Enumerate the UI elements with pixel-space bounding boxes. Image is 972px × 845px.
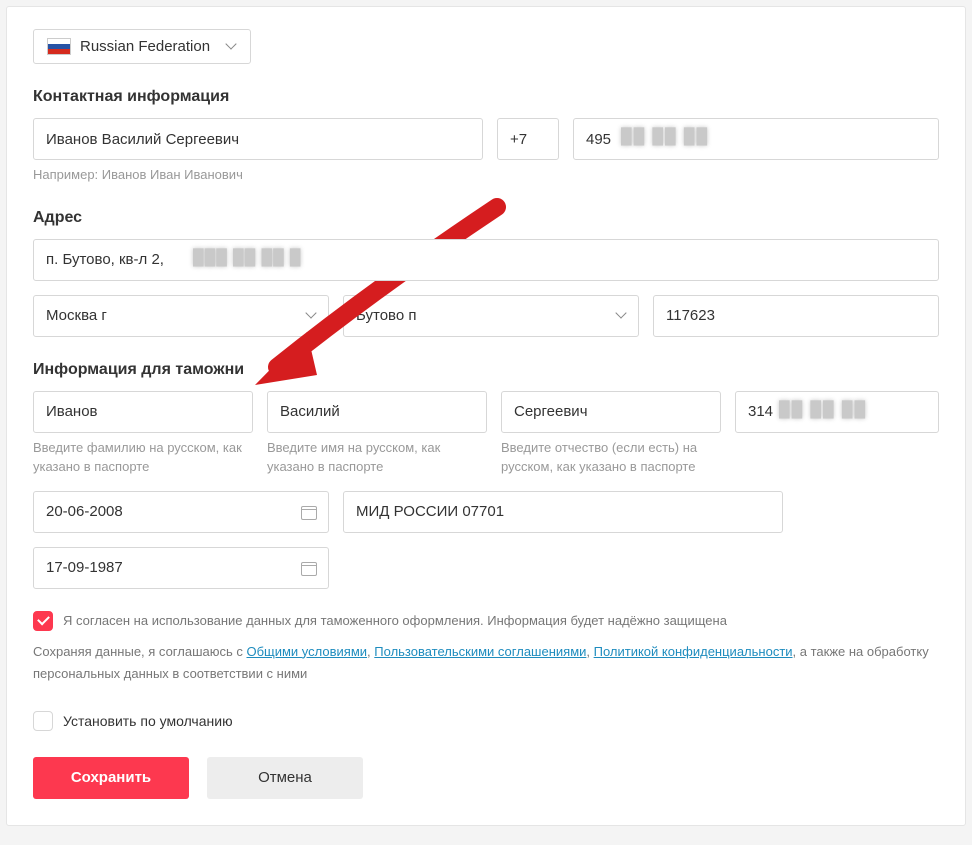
set-default-label: Установить по умолчанию xyxy=(63,713,233,729)
firstname-input[interactable] xyxy=(267,391,487,433)
link-user-agreement[interactable]: Пользовательскими соглашениями xyxy=(374,644,586,659)
street-redacted: ███ ██ ██ █ xyxy=(193,249,302,266)
birth-date-input[interactable] xyxy=(33,547,329,589)
country-label: Russian Federation xyxy=(80,38,210,55)
consent-text: Я согласен на использование данных для т… xyxy=(63,613,727,628)
fullname-hint: Например: Иванов Иван Иванович xyxy=(33,166,939,185)
cancel-button[interactable]: Отмена xyxy=(207,757,363,799)
city-value: Москва г xyxy=(46,307,107,324)
middlename-input[interactable] xyxy=(501,391,721,433)
issue-date-input[interactable] xyxy=(33,491,329,533)
district-select[interactable]: Бутово п xyxy=(343,295,639,337)
legal-text: Сохраняя данные, я соглашаюсь с Общими у… xyxy=(33,641,939,685)
lastname-hint: Введите фамилию на русском, как указано … xyxy=(33,439,253,477)
section-address-title: Адрес xyxy=(33,209,939,227)
lastname-input[interactable] xyxy=(33,391,253,433)
save-button[interactable]: Сохранить xyxy=(33,757,189,799)
form-card: Russian Federation Контактная информация… xyxy=(6,6,966,826)
country-select[interactable]: Russian Federation xyxy=(33,29,251,64)
firstname-hint: Введите имя на русском, как указано в па… xyxy=(267,439,487,477)
chevron-down-icon xyxy=(616,311,626,321)
set-default-checkbox[interactable] xyxy=(33,711,53,731)
city-select[interactable]: Москва г xyxy=(33,295,329,337)
consent-checkbox[interactable] xyxy=(33,611,53,631)
link-privacy[interactable]: Политикой конфиденциальности xyxy=(594,644,793,659)
section-contact-title: Контактная информация xyxy=(33,88,939,106)
issuer-input[interactable] xyxy=(343,491,783,533)
middlename-hint: Введите отчество (если есть) на русском,… xyxy=(501,439,721,477)
id-redacted: ██ ██ ██ xyxy=(779,401,867,418)
chevron-down-icon xyxy=(306,311,316,321)
phone-redacted: ██ ██ ██ xyxy=(621,128,709,145)
district-value: Бутово п xyxy=(356,307,417,324)
link-terms[interactable]: Общими условиями xyxy=(246,644,367,659)
zip-input[interactable] xyxy=(653,295,939,337)
phone-prefix-input[interactable] xyxy=(497,118,559,160)
street-input[interactable] xyxy=(33,239,939,281)
chevron-down-icon xyxy=(226,42,236,52)
section-customs-title: Информация для таможни xyxy=(33,361,939,379)
flag-ru-icon xyxy=(48,39,70,54)
fullname-input[interactable] xyxy=(33,118,483,160)
